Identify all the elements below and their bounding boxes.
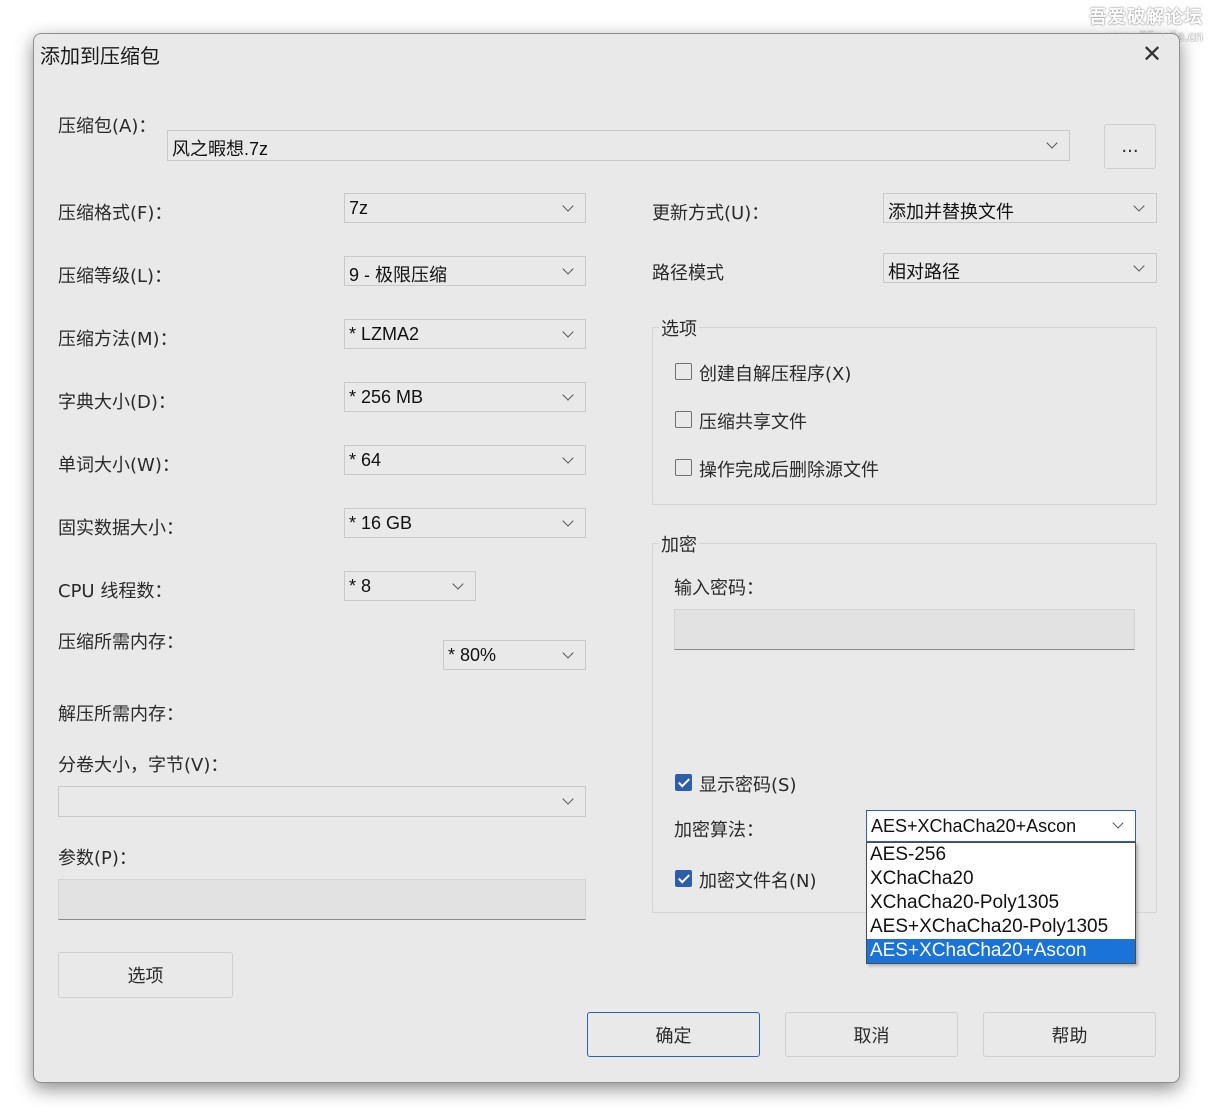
- chevron-down-icon: [562, 389, 574, 401]
- show-password-checkbox[interactable]: [675, 774, 692, 791]
- update-label: 更新方式(U)：: [652, 203, 770, 224]
- chevron-down-icon: [1046, 137, 1058, 149]
- options-button[interactable]: 选项: [58, 952, 233, 998]
- chevron-down-icon: [562, 326, 574, 338]
- password-input[interactable]: [674, 609, 1135, 650]
- format-value: 7z: [349, 198, 369, 218]
- dropdown-option[interactable]: AES+XChaCha20-Poly1305: [867, 915, 1135, 939]
- options-group-title: 选项: [659, 315, 699, 341]
- mem-decomp-label: 解压所需内存：: [58, 704, 184, 725]
- delete-checkbox[interactable]: [675, 459, 692, 476]
- encryption-method-label: 加密算法：: [674, 820, 764, 841]
- level-label: 压缩等级(L)：: [58, 266, 173, 287]
- chevron-down-icon: [452, 578, 464, 590]
- threads-combo[interactable]: * 8: [344, 571, 476, 601]
- mem-comp-combo[interactable]: * 80%: [443, 640, 586, 670]
- encryption-method-dropdown: AES-256 XChaCha20 XChaCha20-Poly1305 AES…: [866, 842, 1136, 964]
- dropdown-option[interactable]: XChaCha20: [867, 867, 1135, 891]
- word-combo[interactable]: * 64: [344, 445, 586, 475]
- shared-label: 压缩共享文件: [699, 412, 807, 433]
- chevron-down-icon: [562, 200, 574, 212]
- archive-label: 压缩包(A)：: [58, 116, 157, 137]
- encrypt-names-label: 加密文件名(N): [699, 871, 817, 892]
- word-value: * 64: [349, 450, 382, 470]
- word-label: 单词大小(W)：: [58, 455, 180, 476]
- solid-combo[interactable]: * 16 GB: [344, 508, 586, 538]
- window-title: 添加到压缩包: [40, 44, 160, 68]
- solid-value: * 16 GB: [349, 513, 413, 533]
- shared-checkbox[interactable]: [675, 411, 692, 428]
- encryption-group-title: 加密: [659, 531, 699, 557]
- help-button[interactable]: 帮助: [983, 1012, 1156, 1057]
- threads-label: CPU 线程数：: [58, 581, 173, 602]
- chevron-down-icon: [562, 515, 574, 527]
- volume-label: 分卷大小，字节(V)：: [58, 755, 229, 776]
- method-combo[interactable]: * LZMA2: [344, 319, 586, 349]
- level-combo[interactable]: 9 - 极限压缩: [344, 256, 586, 286]
- ok-button[interactable]: 确定: [587, 1012, 760, 1057]
- mem-comp-label: 压缩所需内存：: [58, 632, 184, 653]
- password-label: 输入密码：: [674, 578, 764, 599]
- archive-value: 风之暇想.7z: [172, 139, 269, 159]
- close-icon[interactable]: ✕: [1142, 42, 1162, 66]
- update-value: 添加并替换文件: [888, 202, 1014, 222]
- encryption-method-combo[interactable]: AES+XChaCha20+Ascon: [866, 810, 1136, 842]
- dict-value: * 256 MB: [349, 387, 424, 407]
- volume-combo[interactable]: [58, 786, 586, 817]
- params-label: 参数(P)：: [58, 848, 137, 869]
- chevron-down-icon: [562, 647, 574, 659]
- solid-label: 固实数据大小：: [58, 518, 184, 539]
- chevron-down-icon: [1133, 200, 1145, 212]
- dict-combo[interactable]: * 256 MB: [344, 382, 586, 412]
- encrypt-names-checkbox[interactable]: [675, 870, 692, 887]
- chevron-down-icon: [1112, 817, 1124, 829]
- method-label: 压缩方法(M)：: [58, 329, 178, 350]
- chevron-down-icon: [562, 452, 574, 464]
- sfx-checkbox[interactable]: [675, 363, 692, 380]
- dropdown-option[interactable]: AES-256: [867, 843, 1135, 867]
- params-input[interactable]: [58, 879, 586, 920]
- delete-label: 操作完成后删除源文件: [699, 460, 879, 481]
- cancel-button[interactable]: 取消: [785, 1012, 958, 1057]
- mem-comp-value: * 80%: [448, 645, 497, 665]
- watermark-line1: 吾爱破解论坛: [1089, 7, 1203, 27]
- update-combo[interactable]: 添加并替换文件: [883, 193, 1157, 223]
- method-value: * LZMA2: [349, 324, 420, 344]
- format-label: 压缩格式(F)：: [58, 203, 173, 224]
- dropdown-option[interactable]: XChaCha20-Poly1305: [867, 891, 1135, 915]
- dict-label: 字典大小(D)：: [58, 392, 176, 413]
- chevron-down-icon: [562, 793, 574, 805]
- chevron-down-icon: [562, 263, 574, 275]
- level-value: 9 - 极限压缩: [349, 265, 448, 285]
- chevron-down-icon: [1133, 260, 1145, 272]
- threads-value: * 8: [349, 576, 372, 596]
- encryption-method-value: AES+XChaCha20+Ascon: [871, 816, 1077, 836]
- archive-combo[interactable]: 风之暇想.7z: [167, 130, 1070, 161]
- path-label: 路径模式: [652, 263, 724, 284]
- browse-button[interactable]: ...: [1104, 124, 1156, 169]
- path-combo[interactable]: 相对路径: [883, 253, 1157, 283]
- format-combo[interactable]: 7z: [344, 193, 586, 223]
- path-value: 相对路径: [888, 262, 960, 282]
- dropdown-option[interactable]: AES+XChaCha20+Ascon: [867, 939, 1135, 963]
- show-password-label: 显示密码(S): [699, 775, 797, 796]
- add-to-archive-dialog: 添加到压缩包 ✕ 压缩包(A)： 风之暇想.7z ... 压缩格式(F)： 压缩…: [33, 33, 1180, 1083]
- sfx-label: 创建自解压程序(X): [699, 364, 852, 385]
